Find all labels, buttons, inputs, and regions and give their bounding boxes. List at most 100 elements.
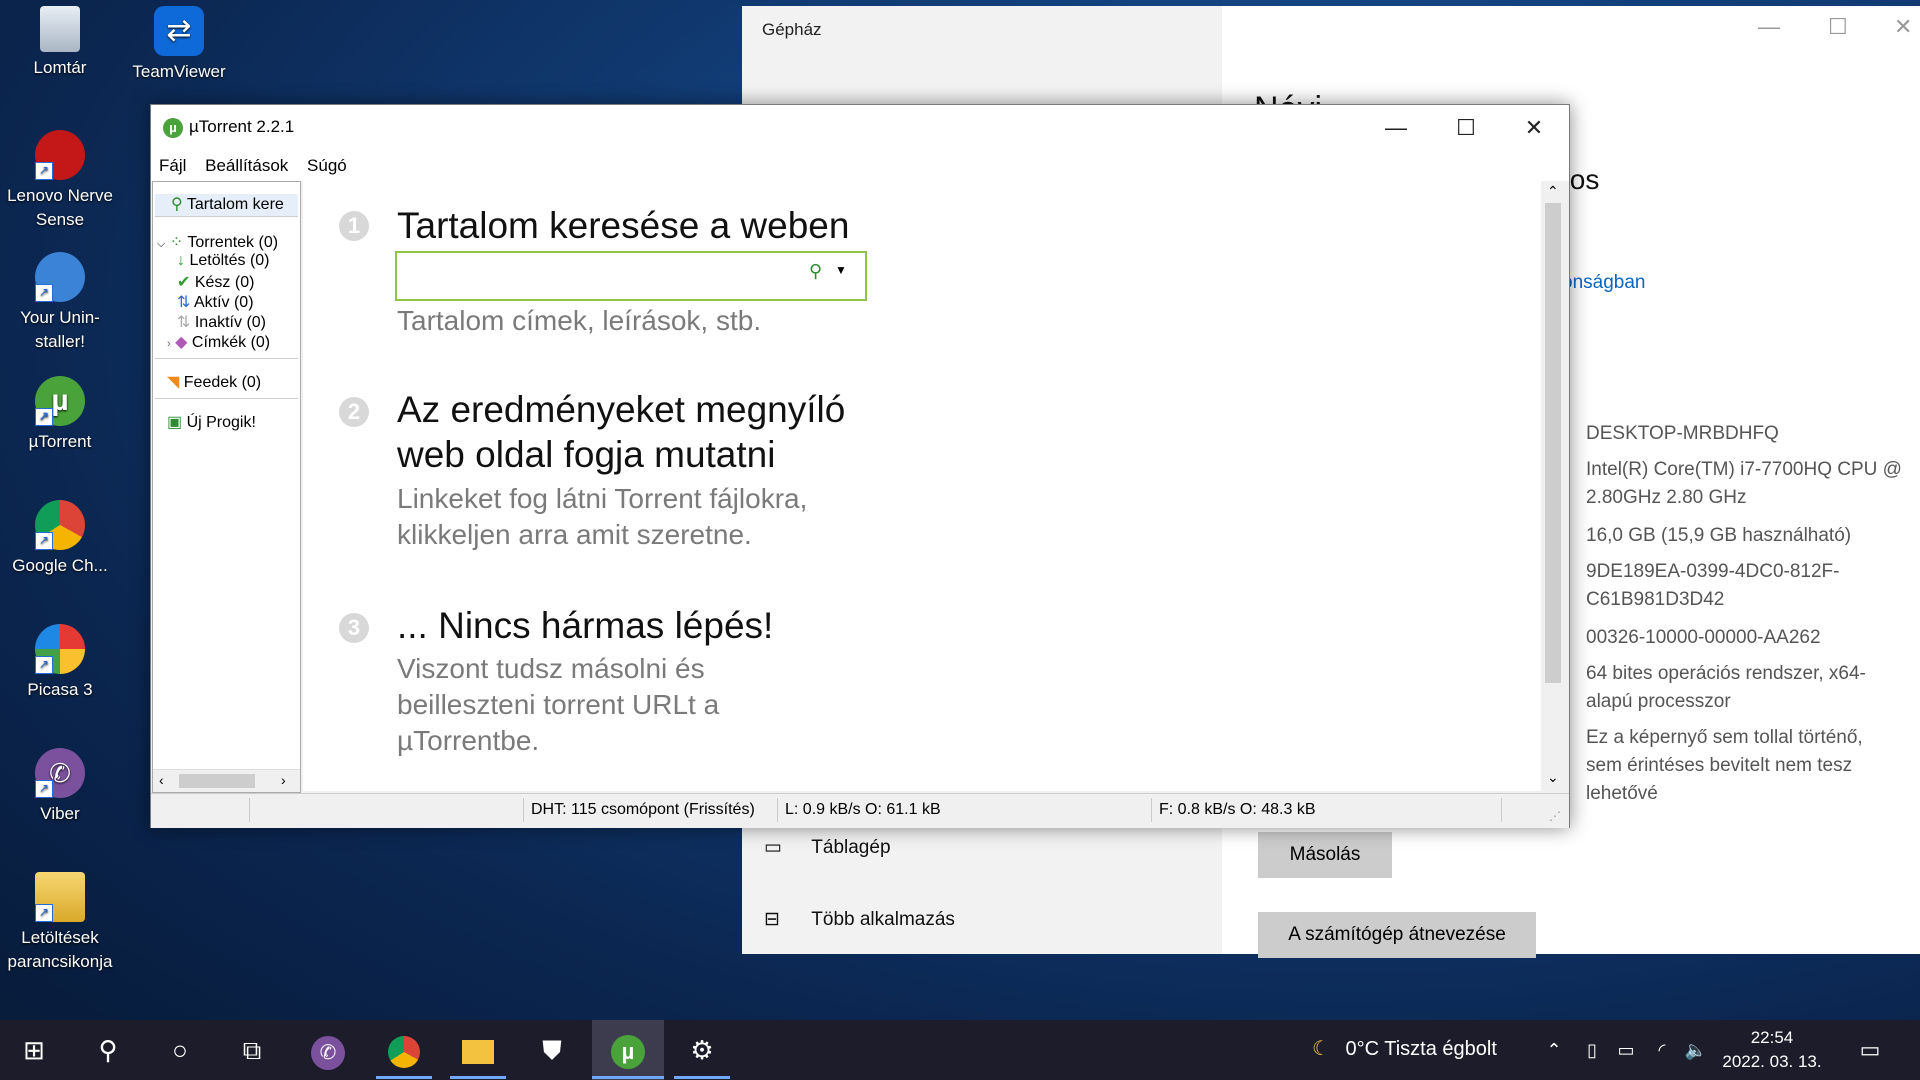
sidebar-item-active[interactable]: ⇅ Aktív (0): [177, 292, 254, 312]
step-3-subtext-line1: Viszont tudsz másolni és: [397, 653, 705, 684]
resize-grip-icon[interactable]: ⋰: [1549, 800, 1561, 832]
scrollbar-thumb[interactable]: [179, 774, 255, 788]
step-3-subtext-line2: beilleszteni torrent URLt a: [397, 689, 720, 720]
desktop-icon-uninstaller[interactable]: ↗ Your Unin-staller!: [0, 252, 120, 354]
file-explorer-icon[interactable]: [458, 1030, 498, 1070]
start-windows-icon[interactable]: ⊞: [14, 1030, 54, 1070]
step-2-subtext-line2: klikkeljen arra amit szeretne.: [397, 519, 752, 550]
scroll-up-icon[interactable]: ⌃: [1547, 183, 1559, 200]
weather-widget[interactable]: ☾ 0°C Tiszta égbolt: [1312, 1036, 1497, 1061]
cortana-circle-icon[interactable]: ○: [160, 1030, 200, 1070]
sidebar-item-feeds[interactable]: ◥ Feedek (0): [167, 372, 261, 392]
menu-settings[interactable]: Beállítások: [205, 156, 288, 175]
spec-device-id: 9DE189EA-0399-4DC0-812F-C61B981D3D42: [1586, 561, 1840, 610]
step-2-subtext-line1: Linkeket fog látni Torrent fájlokra,: [397, 483, 808, 514]
rename-pc-button[interactable]: A számítógép átnevezése: [1258, 912, 1536, 958]
status-divider: [777, 798, 778, 822]
sidebar-item-labels[interactable]: › ◆ Címkék (0): [167, 332, 270, 352]
step-2-heading-line2: web oldal fogja mutatni: [397, 434, 776, 475]
teamviewer-icon: ⇄: [154, 6, 204, 56]
viber-icon: ✆ ↗: [35, 748, 85, 798]
active-sync-icon: ⇅: [177, 294, 191, 311]
torrents-icon: ⁘: [169, 234, 184, 251]
scroll-down-icon[interactable]: ⌄: [1547, 769, 1559, 786]
desktop-icon-label: Lenovo Nerve Sense: [7, 186, 113, 229]
sidebar-item-label: Kész (0): [194, 274, 255, 291]
web-search-input[interactable]: [401, 259, 805, 291]
scroll-left-icon[interactable]: ‹: [159, 772, 164, 788]
dht-status[interactable]: DHT: 115 csomópont (Frissítés): [531, 794, 755, 826]
desktop-icon-label: TeamViewer: [132, 62, 226, 81]
spec-processor: Intel(R) Core(TM) i7-7700HQ CPU @ 2.80GH…: [1586, 459, 1902, 508]
taskbar-running-indicator: [674, 1076, 730, 1079]
close-icon[interactable]: ✕: [1894, 14, 1912, 40]
maximize-icon[interactable]: ☐: [1828, 14, 1848, 40]
sidebar-item-torrents[interactable]: ⌵ ⁘ Torrentek (0): [157, 232, 278, 252]
minimize-icon[interactable]: —: [1361, 105, 1431, 151]
desktop-icon-label: Google Ch...: [12, 556, 108, 575]
menu-help[interactable]: Súgó: [307, 156, 347, 175]
sidebar-item-done[interactable]: ✔ Kész (0): [177, 272, 254, 292]
settings-nav-multitasking[interactable]: ⊟ Több alkalmazás: [764, 908, 955, 931]
utorrent-titlebar[interactable]: µ µTorrent 2.2.1 — ☐ ✕: [151, 105, 1569, 151]
volume-icon[interactable]: 🔈: [1676, 1030, 1716, 1070]
rss-feed-icon: ◥: [167, 374, 180, 391]
spec-product-id: 00326-10000-00000-AA262: [1586, 627, 1821, 648]
desktop-icon-utorrent[interactable]: µ ↗ µTorrent: [0, 376, 120, 454]
content-vscrollbar[interactable]: ⌃ ⌄: [1541, 181, 1565, 791]
sidebar-item-label: Új Progik!: [186, 414, 256, 431]
sidebar-item-search[interactable]: ⚲ Tartalom kere: [155, 194, 298, 217]
security-shield-icon[interactable]: ⛊: [532, 1030, 572, 1070]
scroll-right-icon[interactable]: ›: [281, 772, 286, 788]
copy-button[interactable]: Másolás: [1258, 832, 1392, 878]
search-icon[interactable]: ⚲: [88, 1030, 128, 1070]
settings-gear-icon[interactable]: ⚙: [682, 1030, 722, 1070]
sidebar-item-label: Aktív (0): [193, 294, 254, 311]
desktop-icon-lenovo-nerve-sense[interactable]: ↗ Lenovo Nerve Sense: [0, 130, 120, 232]
desktop-icon-label: Letöltések parancsikonja: [7, 928, 113, 971]
window-title: µTorrent 2.2.1: [189, 117, 295, 136]
clock[interactable]: 22:54 2022. 03. 13.: [1712, 1026, 1832, 1074]
step-number-3: 3: [339, 613, 369, 643]
upload-status: F: 0.8 kB/s O: 48.3 kB: [1159, 801, 1316, 818]
settings-nav-tablet[interactable]: ▭ Táblagép: [764, 836, 891, 859]
sidebar-divider: [155, 358, 298, 359]
weather-text: 0°C Tiszta égbolt: [1345, 1038, 1497, 1060]
task-view-icon[interactable]: ⧉: [232, 1030, 272, 1070]
desktop-icon-google-chrome[interactable]: ↗ Google Ch...: [0, 500, 120, 578]
chevron-up-icon[interactable]: ⌃: [1534, 1030, 1574, 1070]
maximize-icon[interactable]: ☐: [1431, 105, 1501, 151]
utorrent-icon: µ ↗: [35, 376, 85, 426]
sidebar-hscrollbar[interactable]: ‹ ›: [153, 769, 300, 792]
clock-date: 2022. 03. 13.: [1722, 1052, 1822, 1071]
uninstaller-icon: ↗: [35, 252, 85, 302]
sidebar-item-apps[interactable]: ▣ Új Progik!: [167, 412, 256, 432]
desktop-icon-teamviewer[interactable]: ⇄ TeamViewer: [119, 6, 239, 84]
desktop-icon-label: Viber: [40, 804, 80, 823]
menu-file[interactable]: Fájl: [159, 156, 186, 175]
chrome-icon[interactable]: [384, 1030, 424, 1070]
desktop-icon-picasa[interactable]: ↗ Picasa 3: [0, 624, 120, 702]
sidebar-item-inactive[interactable]: ⇅ Inaktív (0): [177, 312, 266, 332]
scrollbar-thumb[interactable]: [1545, 203, 1561, 683]
notifications-icon[interactable]: ▭: [1850, 1030, 1890, 1070]
viber-icon[interactable]: ✆: [308, 1030, 348, 1070]
minimize-icon[interactable]: —: [1758, 14, 1780, 40]
sidebar-item-downloading[interactable]: ↓ Letöltés (0): [177, 252, 270, 270]
checkmark-icon: ✔: [177, 274, 191, 291]
step-2-heading-line1: Az eredményeket megnyíló: [397, 389, 846, 430]
search-icon[interactable]: ⚲: [809, 261, 822, 282]
picasa-icon: ↗: [35, 624, 85, 674]
utorrent-icon[interactable]: µ: [608, 1030, 648, 1070]
settings-link[interactable]: onságban: [1562, 272, 1645, 294]
dropdown-arrow-icon[interactable]: ▼: [835, 263, 847, 277]
desktop-icon-viber[interactable]: ✆ ↗ Viber: [0, 748, 120, 826]
desktop-icon-downloads[interactable]: ↗ Letöltések parancsikonja: [0, 872, 120, 974]
close-icon[interactable]: ✕: [1499, 105, 1569, 151]
sidebar-item-label: Feedek (0): [183, 374, 262, 391]
web-search-box[interactable]: ⚲ ▼: [395, 251, 867, 301]
battery-icon[interactable]: ▭: [1606, 1030, 1646, 1070]
taskbar-running-indicator: [592, 1076, 664, 1079]
desktop-icon-recycle-bin[interactable]: Lomtár: [0, 6, 120, 80]
desktop-icon-label: µTorrent: [28, 432, 92, 451]
